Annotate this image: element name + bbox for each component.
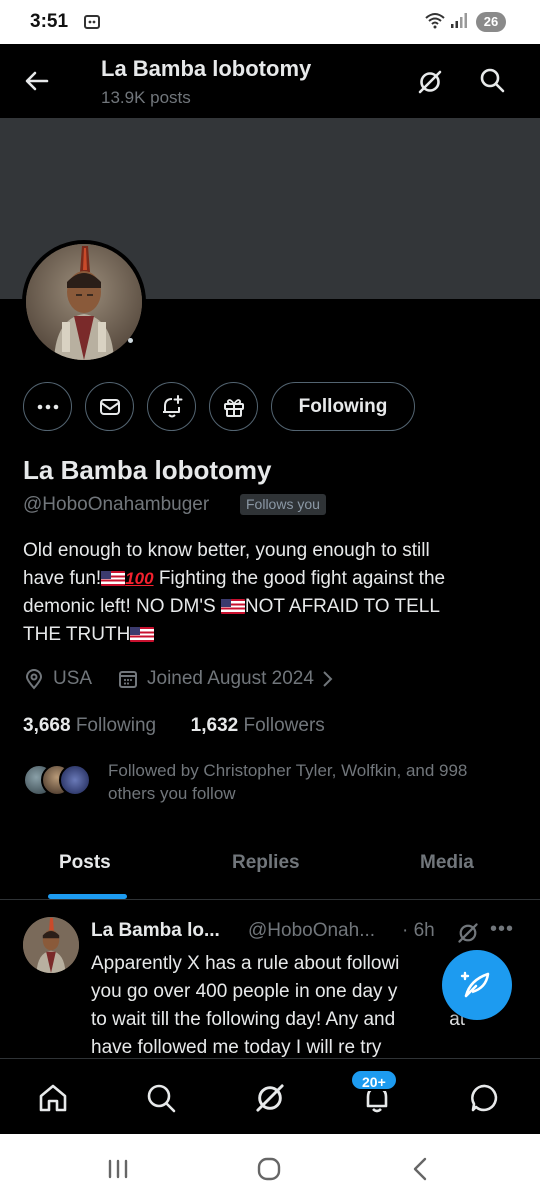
messages-icon — [471, 1084, 498, 1112]
post-timestamp[interactable]: · 6h — [402, 920, 435, 942]
system-back-button[interactable] — [410, 1156, 430, 1187]
followers-count-link[interactable]: 1,632 Followers — [191, 715, 325, 736]
profile-display-name: La Bamba lobotomy — [23, 455, 272, 485]
status-time: 3:51 — [30, 11, 69, 32]
profile-joined-date[interactable]: Joined August 2024 — [117, 668, 334, 690]
back-arrow-icon — [25, 71, 49, 91]
screenshot-icon — [82, 12, 102, 37]
nav-home[interactable] — [36, 1081, 70, 1120]
tab-replies[interactable]: Replies — [232, 852, 300, 874]
profile-stats: 3,668 Following 1,632 Followers — [23, 715, 325, 737]
header-title: La Bamba lobotomy — [101, 56, 312, 81]
battery-indicator: 26 — [476, 12, 506, 32]
bio-line: have fun! 100 Fighting the good fight aga… — [23, 565, 523, 593]
status-bar: 3:51 26 — [0, 0, 540, 44]
hundred-points-icon: 100 — [125, 569, 154, 588]
search-icon — [147, 1084, 176, 1113]
grok-icon — [256, 1084, 284, 1112]
avatar — [59, 764, 91, 796]
nav-grok[interactable] — [253, 1081, 287, 1120]
notifications-badge: 20+ — [350, 1069, 398, 1091]
following-count-link[interactable]: 3,668 Following — [23, 715, 156, 736]
more-dots-icon — [37, 404, 58, 409]
grok-icon[interactable] — [416, 68, 444, 101]
home-icon — [39, 1084, 67, 1112]
home-circle-icon — [257, 1157, 281, 1181]
tab-posts[interactable]: Posts — [59, 852, 111, 874]
post-author-name[interactable]: La Bamba lo... — [91, 920, 220, 942]
chevron-right-icon — [323, 671, 333, 687]
profile-avatar[interactable] — [22, 240, 146, 364]
nav-messages[interactable] — [468, 1081, 502, 1120]
system-navigation-bar — [0, 1134, 540, 1200]
envelope-icon — [99, 398, 120, 415]
profile-tabs: Posts Replies Media — [0, 836, 540, 900]
post-more-icon[interactable]: ••• — [490, 918, 514, 941]
us-flag-icon — [130, 627, 155, 642]
followed-by-text[interactable]: Followed by Christopher Tyler, Wolfkin, … — [108, 759, 528, 805]
bio-line: demonic left! NO DM'S NOT AFRAID TO TELL — [23, 596, 440, 617]
chevron-left-icon — [413, 1157, 427, 1181]
message-button[interactable] — [85, 382, 134, 431]
nav-search[interactable] — [144, 1081, 178, 1120]
wifi-icon — [424, 12, 446, 35]
gift-icon — [223, 398, 244, 417]
location-pin-icon — [25, 669, 43, 690]
post-avatar[interactable] — [23, 917, 79, 973]
bio-line: Old enough to know better, young enough … — [23, 540, 430, 561]
post-author-handle[interactable]: @HoboOnah... — [248, 920, 375, 942]
profile-location: USA — [23, 668, 92, 690]
followed-by-avatars[interactable] — [23, 764, 93, 798]
more-options-button[interactable] — [23, 382, 72, 431]
home-button[interactable] — [256, 1156, 282, 1187]
compose-feather-icon — [460, 971, 490, 998]
profile-bio: Old enough to know better, young enough … — [23, 537, 523, 649]
back-button[interactable] — [22, 66, 52, 96]
bell-plus-icon — [162, 394, 182, 417]
compose-post-button[interactable] — [442, 950, 512, 1020]
profile-header-bar: La Bamba lobotomy 13.9K posts — [0, 44, 540, 118]
search-icon[interactable] — [478, 66, 506, 99]
bottom-navigation: 20+ — [0, 1058, 540, 1134]
us-flag-icon — [101, 571, 126, 586]
us-flag-icon — [220, 599, 245, 614]
signal-icon — [450, 12, 468, 35]
active-tab-indicator — [48, 894, 127, 899]
tab-media[interactable]: Media — [420, 852, 474, 874]
header-posts-count: 13.9K posts — [101, 88, 191, 107]
following-button[interactable]: Following — [271, 382, 415, 431]
notify-button[interactable] — [147, 382, 196, 431]
profile-handle: @HoboOnahambuger — [23, 494, 210, 515]
calendar-icon — [119, 671, 137, 688]
grok-icon[interactable] — [456, 921, 480, 950]
recent-apps-button[interactable] — [106, 1158, 130, 1185]
avatar-status-dot — [128, 338, 133, 343]
bio-line: THE TRUTH — [23, 621, 523, 649]
follows-you-badge: Follows you — [240, 494, 326, 515]
subscribe-gift-button[interactable] — [209, 382, 258, 431]
recent-apps-icon — [108, 1159, 128, 1179]
avatar-image — [26, 244, 142, 360]
